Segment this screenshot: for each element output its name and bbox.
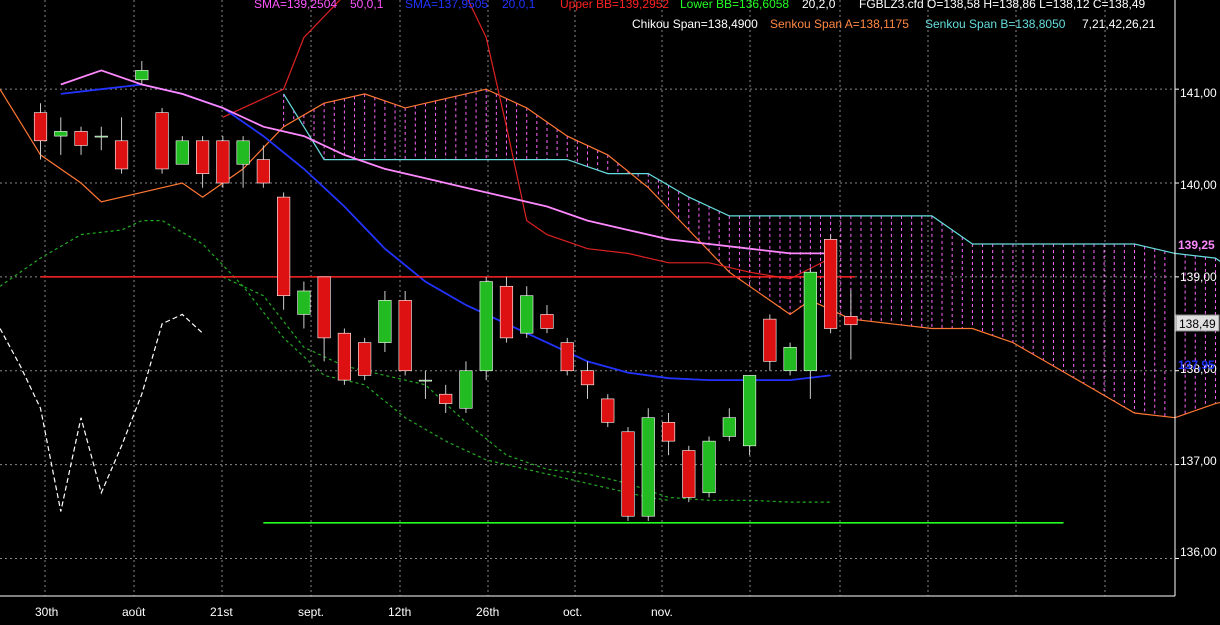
candle-body xyxy=(682,450,696,498)
candle-body xyxy=(803,271,817,372)
candle-body xyxy=(317,276,331,339)
candle-body xyxy=(277,196,291,296)
price-chart[interactable]: SMA=139,2504 50,0,1 SMA=137,9505 20,0,1 … xyxy=(0,0,1220,625)
candle-body xyxy=(499,285,514,339)
candle-body xyxy=(702,440,716,494)
y-tick-label: 140,00 xyxy=(1180,178,1217,192)
candle-body xyxy=(378,300,392,343)
x-tick-label: 12th xyxy=(388,605,411,619)
candle-body xyxy=(722,417,736,437)
instrument-header: FGBLZ3.cfd O=138,58 H=138,86 L=138,12 C=… xyxy=(859,0,1146,11)
last-price-label: 138,49 xyxy=(1179,317,1216,331)
legend-sma20-value: SMA=137,9505 xyxy=(405,0,488,11)
candle-body xyxy=(135,70,149,81)
y-tick-label: 139,00 xyxy=(1180,270,1217,284)
candle-body xyxy=(216,140,230,184)
candle-body xyxy=(418,379,433,382)
x-tick-label: août xyxy=(122,605,146,619)
x-tick-label: sept. xyxy=(298,605,324,619)
candle-body xyxy=(196,140,210,174)
y-tick-label: 137,00 xyxy=(1180,454,1217,468)
candle-body xyxy=(297,290,311,315)
legend-sma20-params: 20,0,1 xyxy=(502,0,536,11)
x-tick-label: nov. xyxy=(651,605,673,619)
candle-body xyxy=(94,135,108,138)
candle-body xyxy=(439,393,453,404)
legend-senkou-span-a: Senkou Span A=138,1175 xyxy=(770,17,909,31)
candle-body xyxy=(580,370,595,386)
candle-body xyxy=(824,239,838,329)
candle-body xyxy=(74,131,88,146)
candle-body xyxy=(540,314,554,329)
candle-body xyxy=(560,342,574,372)
y-tick-label: 136,00 xyxy=(1180,545,1217,559)
candle-body xyxy=(601,398,615,423)
candle-body xyxy=(54,131,68,137)
candle-body xyxy=(661,422,676,442)
candle-body xyxy=(236,140,250,165)
candle-body xyxy=(742,375,757,447)
candle-body xyxy=(358,342,372,376)
candle-body xyxy=(783,346,797,372)
legend-bb-params: 20,2,0 xyxy=(802,0,836,11)
legend-lower-bb: Lower BB=136,6058 xyxy=(680,0,789,11)
candle-body xyxy=(844,316,858,326)
candle-body xyxy=(155,112,169,170)
candle-body xyxy=(398,300,412,372)
candle-body xyxy=(763,318,777,362)
legend-senkou-span-b: Senkou Span B=138,8050 xyxy=(925,17,1066,31)
x-tick-label: oct. xyxy=(563,605,582,619)
legend-sma50-params: 50,0,1 xyxy=(350,0,384,11)
candle-body xyxy=(621,431,635,517)
sma20-price-label: 137,95 xyxy=(1178,358,1215,372)
y-tick-label: 141,00 xyxy=(1180,86,1217,100)
candle-body xyxy=(520,295,534,334)
legend-chikou-span: Chikou Span=138,4900 xyxy=(632,17,758,31)
x-tick-label: 30th xyxy=(35,605,58,619)
legend-sma50-value: SMA=139,2504 xyxy=(254,0,337,11)
candle-body xyxy=(337,332,351,381)
candle-body xyxy=(175,140,189,165)
sma50-price-label: 139,25 xyxy=(1178,238,1215,252)
candle-body xyxy=(33,112,48,142)
candle-body xyxy=(641,417,655,517)
legend-upper-bb: Upper BB=139,2952 xyxy=(560,0,669,11)
candle-body xyxy=(256,159,270,184)
candle-body xyxy=(114,140,129,170)
x-tick-label: 26th xyxy=(476,605,499,619)
x-tick-label: 21st xyxy=(210,605,233,619)
legend-ichimoku-params: 7,21,42,26,21 xyxy=(1082,17,1156,31)
candle-body xyxy=(459,370,473,409)
candle-body xyxy=(479,281,493,372)
